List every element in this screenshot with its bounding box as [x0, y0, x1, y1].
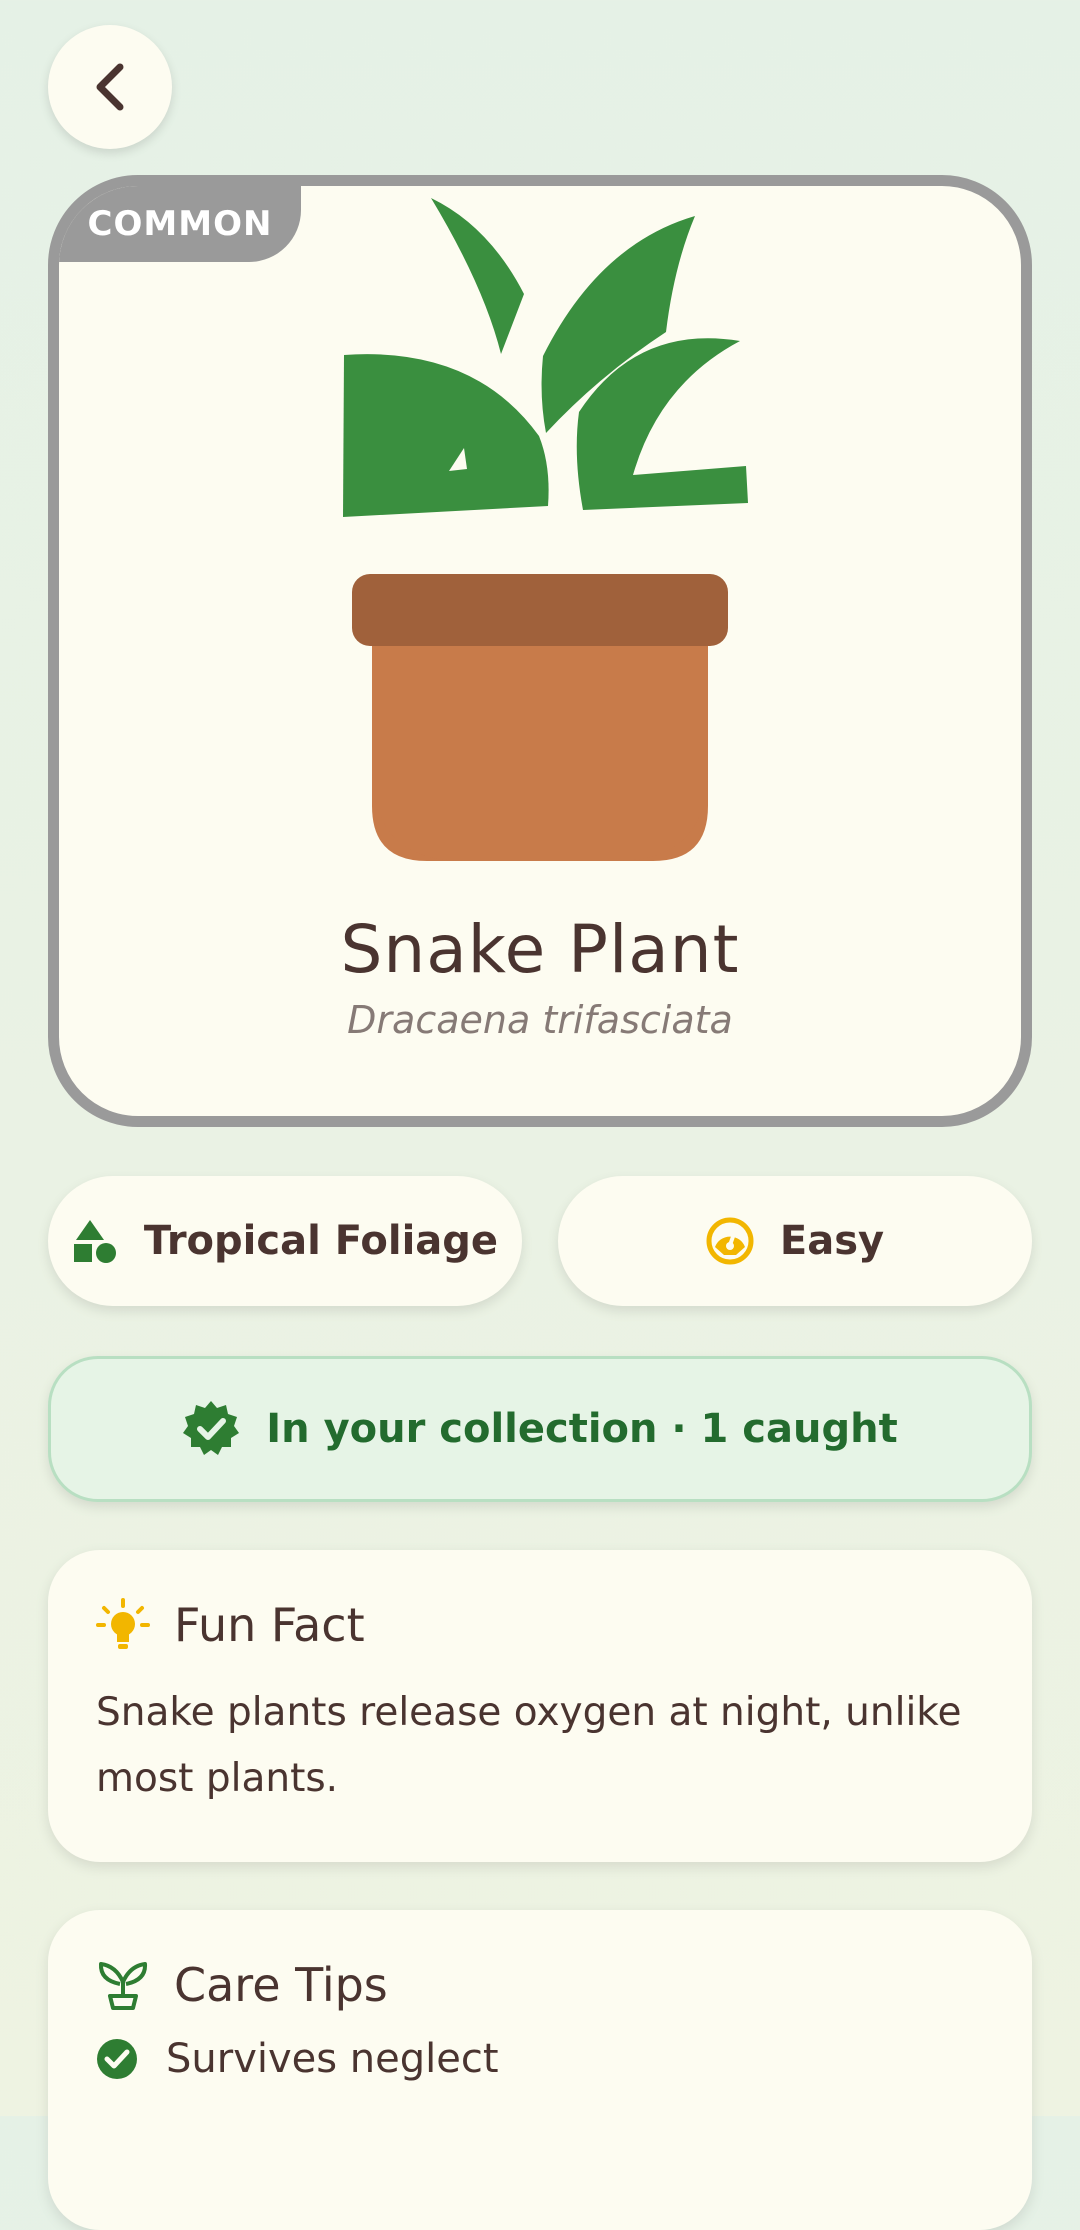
verified-badge-icon	[183, 1401, 240, 1455]
leaf-left	[343, 354, 549, 517]
care-tip-text: Survives neglect	[166, 2036, 499, 2082]
category-label: Tropical Foliage	[143, 1218, 499, 1264]
plant-card: COMMON Snake Plant Dracaena trifasciata	[48, 175, 1032, 1127]
rarity-badge: COMMON	[59, 186, 301, 262]
shapes-icon	[73, 1220, 116, 1263]
plant-scientific-name: Dracaena trifasciata	[347, 998, 733, 1042]
plant-name: Snake Plant	[340, 911, 740, 988]
check-circle-icon	[97, 2039, 137, 2079]
chevron-left-icon	[96, 63, 124, 111]
difficulty-label: Easy	[779, 1218, 885, 1264]
care-tips-title: Care Tips	[174, 1958, 388, 2012]
care-tips-card: Care Tips Survives neglect	[48, 1910, 1032, 2230]
collection-status-text: In your collection · 1 caught	[266, 1406, 898, 1452]
fun-fact-text: Snake plants release oxygen at night, un…	[96, 1690, 962, 1801]
care-tip-item: Survives neglect	[96, 2036, 984, 2082]
fun-fact-card: Fun Fact Snake plants release oxygen at …	[48, 1550, 1032, 1862]
leaf-top-left	[431, 198, 524, 354]
pot-rim	[352, 574, 728, 646]
sprout-icon	[98, 1962, 148, 2010]
fun-fact-title: Fun Fact	[174, 1598, 365, 1652]
category-chip[interactable]: Tropical Foliage	[48, 1176, 522, 1306]
speedometer-icon	[706, 1217, 754, 1265]
back-button[interactable]	[48, 25, 172, 149]
lightbulb-icon	[96, 1598, 150, 1649]
difficulty-chip[interactable]: Easy	[558, 1176, 1032, 1306]
collection-status-banner: In your collection · 1 caught	[48, 1356, 1032, 1502]
